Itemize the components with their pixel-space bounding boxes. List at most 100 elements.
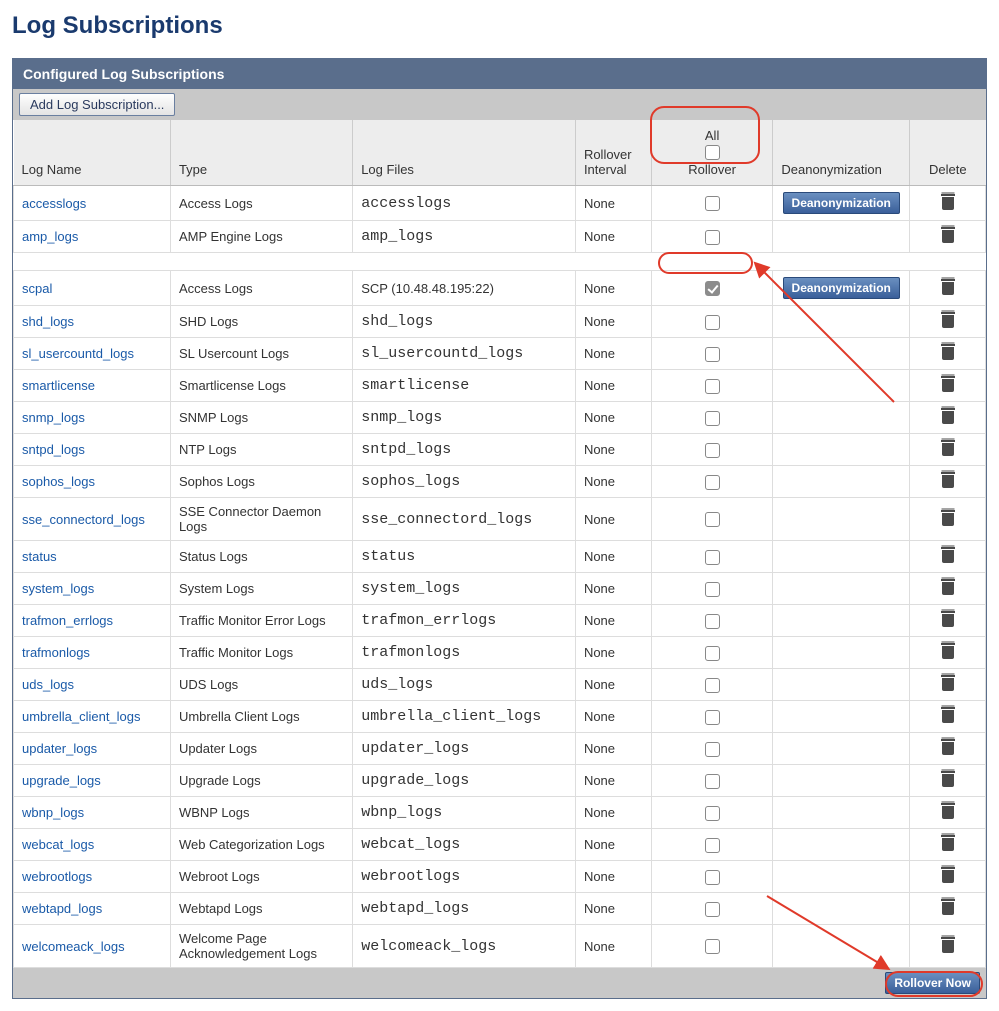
log-name-link[interactable]: webrootlogs [14,861,171,893]
panel-toolbar: Add Log Subscription... [13,89,986,120]
rollover-checkbox[interactable] [705,550,720,565]
rollover-checkbox[interactable] [705,838,720,853]
log-files: SCP (10.48.48.195:22) [353,271,576,306]
rollover-checkbox[interactable] [705,870,720,885]
log-files: sntpd_logs [353,434,576,466]
log-name-link[interactable]: welcomeack_logs [14,925,171,968]
table-row: trafmonlogsTraffic Monitor Logstrafmonlo… [14,637,986,669]
rollover-checkbox[interactable] [705,411,720,426]
log-files: shd_logs [353,306,576,338]
trash-icon[interactable] [941,707,955,723]
rollover-checkbox[interactable] [705,512,720,527]
trash-icon[interactable] [941,675,955,691]
log-name-link[interactable]: scpal [14,271,171,306]
trash-icon[interactable] [941,510,955,526]
deanonymization-button[interactable]: Deanonymization [783,277,900,299]
rollover-checkbox[interactable] [705,196,720,211]
rollover-checkbox[interactable] [705,742,720,757]
rollover-interval: None [575,765,651,797]
trash-icon[interactable] [941,227,955,243]
log-name-link[interactable]: sse_connectord_logs [14,498,171,541]
rollover-checkbox[interactable] [705,774,720,789]
log-name-link[interactable]: sl_usercountd_logs [14,338,171,370]
log-files: wbnp_logs [353,797,576,829]
rollover-checkbox[interactable] [705,475,720,490]
log-name-link[interactable]: trafmon_errlogs [14,605,171,637]
trash-icon[interactable] [941,867,955,883]
select-all-checkbox[interactable] [705,145,720,160]
rollover-now-button[interactable]: Rollover Now [885,972,980,994]
rollover-checkbox[interactable] [705,379,720,394]
rollover-checkbox[interactable] [705,710,720,725]
log-name-link[interactable]: shd_logs [14,306,171,338]
delete-cell [910,338,986,370]
deanon-cell [773,541,910,573]
rollover-interval: None [575,370,651,402]
trash-icon[interactable] [941,547,955,563]
log-name-link[interactable]: upgrade_logs [14,765,171,797]
trash-icon[interactable] [941,344,955,360]
rollover-checkbox[interactable] [705,443,720,458]
log-name-link[interactable]: accesslogs [14,186,171,221]
log-name-link[interactable]: sntpd_logs [14,434,171,466]
rollover-checkbox[interactable] [705,281,720,296]
rollover-checkbox[interactable] [705,646,720,661]
rollover-cell [651,541,773,573]
trash-icon[interactable] [941,771,955,787]
rollover-checkbox[interactable] [705,582,720,597]
trash-icon[interactable] [941,279,955,295]
delete-cell [910,765,986,797]
trash-icon[interactable] [941,194,955,210]
trash-icon[interactable] [941,803,955,819]
table-row: wbnp_logsWBNP Logswbnp_logsNone [14,797,986,829]
log-name-link[interactable]: amp_logs [14,221,171,253]
rollover-checkbox[interactable] [705,614,720,629]
rollover-cell [651,733,773,765]
trash-icon[interactable] [941,835,955,851]
trash-icon[interactable] [941,937,955,953]
rollover-checkbox[interactable] [705,806,720,821]
delete-cell [910,271,986,306]
rollover-cell [651,434,773,466]
trash-icon[interactable] [941,611,955,627]
rollover-cell [651,605,773,637]
log-name-link[interactable]: wbnp_logs [14,797,171,829]
rollover-checkbox[interactable] [705,678,720,693]
trash-icon[interactable] [941,312,955,328]
trash-icon[interactable] [941,643,955,659]
table-row: sse_connectord_logsSSE Connector Daemon … [14,498,986,541]
trash-icon[interactable] [941,376,955,392]
table-row: webrootlogsWebroot LogswebrootlogsNone [14,861,986,893]
trash-icon[interactable] [941,579,955,595]
deanonymization-button[interactable]: Deanonymization [783,192,900,214]
log-name-link[interactable]: webtapd_logs [14,893,171,925]
log-name-link[interactable]: trafmonlogs [14,637,171,669]
trash-icon[interactable] [941,739,955,755]
log-name-link[interactable]: sophos_logs [14,466,171,498]
log-name-link[interactable]: webcat_logs [14,829,171,861]
add-log-subscription-button[interactable]: Add Log Subscription... [19,93,175,116]
log-name-link[interactable]: uds_logs [14,669,171,701]
delete-cell [910,893,986,925]
table-row: snmp_logsSNMP Logssnmp_logsNone [14,402,986,434]
rollover-checkbox[interactable] [705,347,720,362]
trash-icon[interactable] [941,472,955,488]
trash-icon[interactable] [941,899,955,915]
log-name-link[interactable]: status [14,541,171,573]
table-row: trafmon_errlogsTraffic Monitor Error Log… [14,605,986,637]
rollover-checkbox[interactable] [705,230,720,245]
log-name-link[interactable]: umbrella_client_logs [14,701,171,733]
rollover-checkbox[interactable] [705,315,720,330]
log-files: snmp_logs [353,402,576,434]
log-name-link[interactable]: snmp_logs [14,402,171,434]
log-name-link[interactable]: smartlicense [14,370,171,402]
deanon-cell: Deanonymization [773,271,910,306]
deanon-cell: Deanonymization [773,186,910,221]
log-name-link[interactable]: updater_logs [14,733,171,765]
trash-icon[interactable] [941,440,955,456]
log-type: System Logs [170,573,352,605]
rollover-interval: None [575,186,651,221]
trash-icon[interactable] [941,408,955,424]
rollover-checkbox[interactable] [705,902,720,917]
log-name-link[interactable]: system_logs [14,573,171,605]
